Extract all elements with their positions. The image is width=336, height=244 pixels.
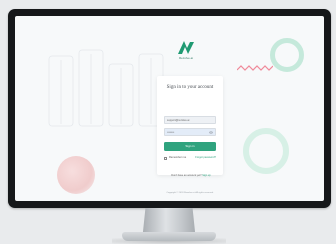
decorative-ring: [270, 38, 304, 72]
signin-card: Sign in to your account support@rezolve.…: [157, 76, 223, 175]
signup-row: Don't have an account yet? Sign up: [160, 174, 222, 177]
signup-prompt: Don't have an account yet?: [171, 174, 202, 177]
screen: Rezolve.ai Sign in to your account suppo…: [15, 16, 324, 201]
decorative-circle: [57, 156, 95, 194]
monitor-stand-neck: [142, 208, 196, 232]
remember-label: Remember me: [169, 156, 187, 159]
logo-text: Rezolve.ai: [178, 56, 193, 60]
signup-link[interactable]: Sign up: [202, 174, 210, 177]
decorative-ring: [243, 128, 289, 174]
email-value: support@rezolve.ai: [167, 119, 190, 122]
signin-button[interactable]: Sign in: [164, 142, 216, 151]
password-field[interactable]: ••••••••: [164, 128, 216, 136]
eye-icon[interactable]: [209, 131, 213, 134]
rezolve-logo-icon: [176, 38, 196, 56]
password-value: ••••••••: [167, 131, 175, 134]
monitor-stand-base: [122, 232, 216, 241]
decorative-zigzag: [237, 65, 273, 71]
remember-checkbox[interactable]: [164, 156, 167, 160]
email-field[interactable]: support@rezolve.ai: [164, 116, 216, 124]
monitor: Rezolve.ai Sign in to your account suppo…: [8, 9, 331, 208]
forgot-password-link[interactable]: Forgot password?: [195, 156, 216, 159]
signin-title: Sign in to your account: [166, 85, 214, 90]
footer-copyright: Copyright © 2024 Rezolve.ai. All rights …: [166, 192, 214, 194]
remember-row: Remember me Forgot password?: [164, 156, 216, 161]
